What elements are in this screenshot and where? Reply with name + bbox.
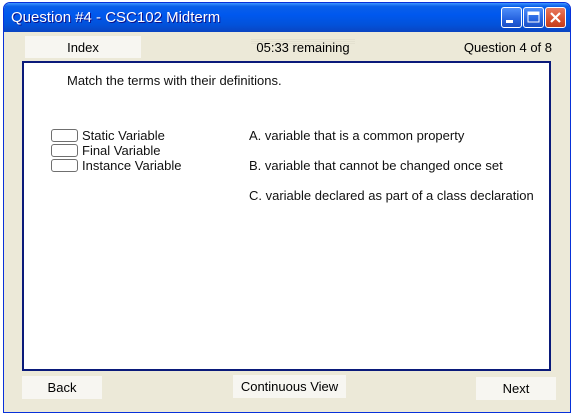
- index-button[interactable]: Index: [25, 36, 141, 58]
- minimize-icon: [506, 20, 513, 23]
- maximize-button[interactable]: [523, 7, 544, 28]
- close-icon: [550, 12, 561, 23]
- answer-field[interactable]: [51, 159, 78, 172]
- quiz-toolbar: Index 05:33 remaining Question 4 of 8: [4, 32, 570, 60]
- answer-field[interactable]: [51, 129, 78, 142]
- window-title: Question #4 - CSC102 Midterm: [11, 9, 221, 26]
- question-instructions: Match the terms with their definitions.: [67, 73, 282, 88]
- question-counter: Question 4 of 8: [463, 40, 552, 55]
- minimize-button[interactable]: [501, 7, 522, 28]
- next-button[interactable]: Next: [476, 377, 556, 400]
- quiz-window: Question #4 - CSC102 Midterm Index 05:33…: [3, 2, 571, 413]
- definition-b: B. variable that cannot be changed once …: [249, 158, 503, 173]
- definition-a: A. variable that is a common property: [249, 128, 465, 143]
- term-label: Final Variable: [82, 143, 161, 158]
- answer-field[interactable]: [51, 144, 78, 157]
- maximize-icon: [527, 11, 540, 23]
- term-label: Static Variable: [82, 128, 165, 143]
- definition-c: C. variable declared as part of a class …: [249, 188, 534, 203]
- term-label: Instance Variable: [82, 158, 182, 173]
- time-remaining: 05:33 remaining: [251, 36, 355, 58]
- title-bar[interactable]: Question #4 - CSC102 Midterm: [4, 3, 570, 32]
- continuous-view-button[interactable]: Continuous View: [233, 375, 346, 398]
- question-panel: Match the terms with their definitions. …: [22, 61, 551, 371]
- back-button[interactable]: Back: [22, 376, 102, 399]
- close-button[interactable]: [545, 7, 566, 28]
